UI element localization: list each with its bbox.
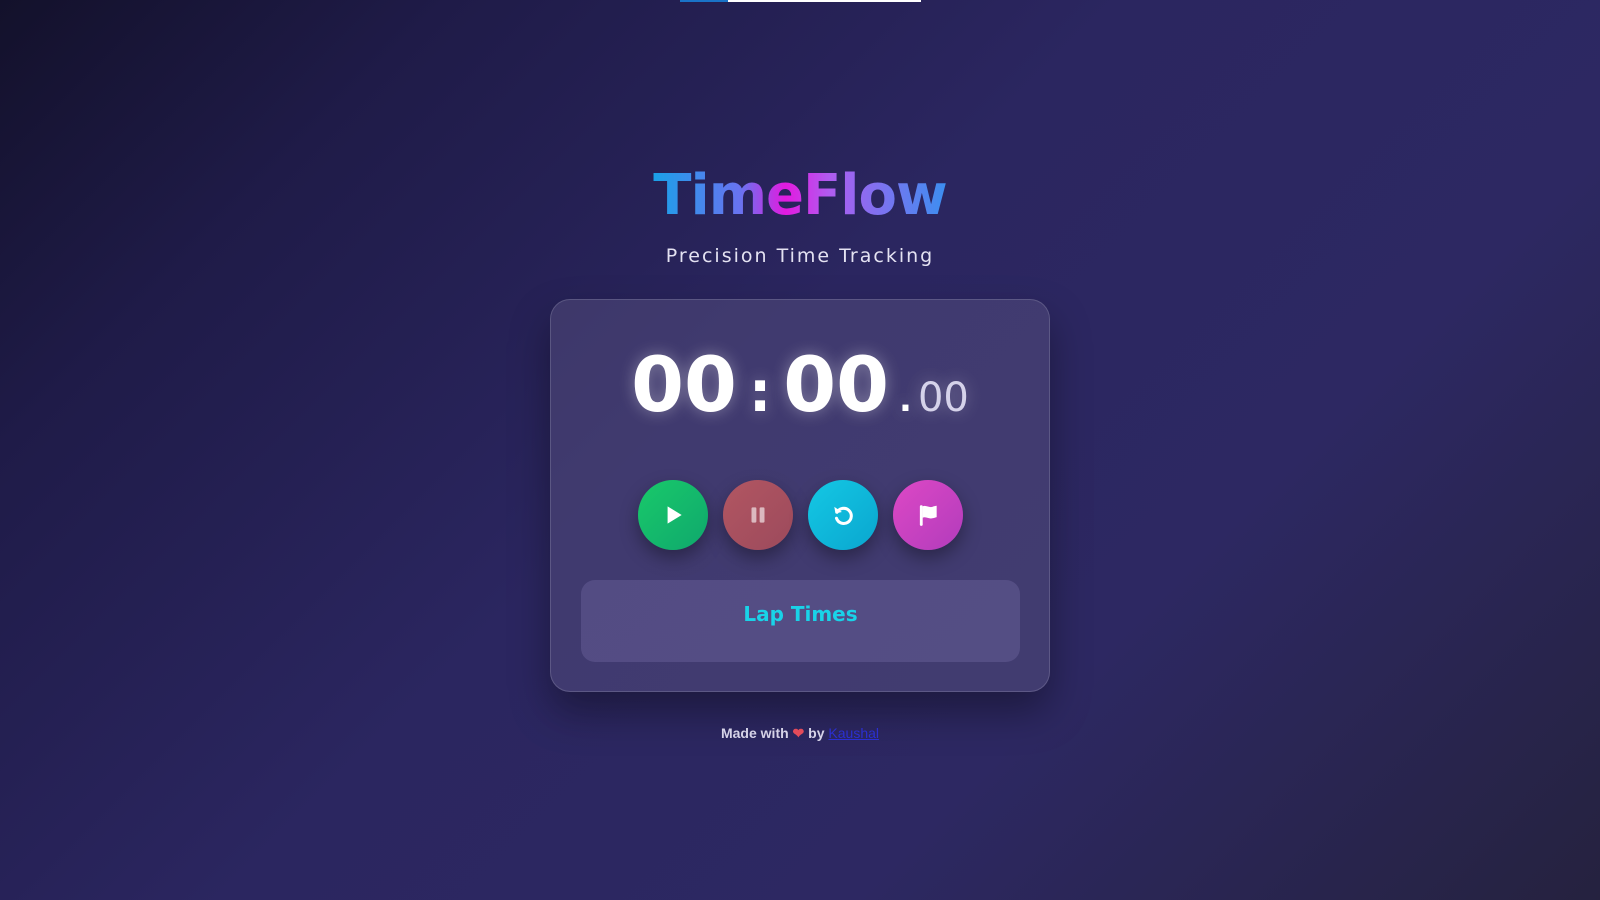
timer-colon: :: [748, 360, 772, 425]
stopwatch-card: 00 : 00 . 00 Lap Times: [550, 299, 1050, 692]
timer-minutes: 00: [631, 340, 737, 429]
reset-button[interactable]: [807, 480, 878, 550]
timer-dot: .: [899, 380, 912, 420]
footer: Made with ❤ by Kaushal: [0, 725, 1600, 742]
top-progress-fill: [680, 0, 729, 2]
lap-times-heading: Lap Times: [743, 602, 858, 626]
timer-seconds: 00: [783, 340, 890, 429]
author-link[interactable]: Kaushal: [828, 725, 879, 741]
start-button[interactable]: [637, 480, 708, 550]
timer-centiseconds: 00: [917, 375, 969, 421]
lap-times-panel: Lap Times: [581, 580, 1020, 662]
timer-display: 00 : 00 . 00: [551, 340, 1049, 429]
play-icon: [667, 506, 682, 524]
pause-button[interactable]: [722, 480, 793, 550]
footer-prefix: Made with: [720, 725, 789, 741]
pause-icon: [751, 507, 764, 523]
app-title: TimeFlow: [653, 163, 947, 228]
footer-by: by: [808, 725, 825, 741]
flag-icon: [919, 505, 937, 526]
reset-icon: [833, 506, 853, 525]
heart-icon: ❤: [792, 725, 805, 741]
app-subtitle: Precision Time Tracking: [665, 245, 935, 267]
top-progress-bar: [680, 0, 921, 2]
lap-button[interactable]: [892, 480, 963, 550]
control-buttons: [551, 480, 1049, 550]
